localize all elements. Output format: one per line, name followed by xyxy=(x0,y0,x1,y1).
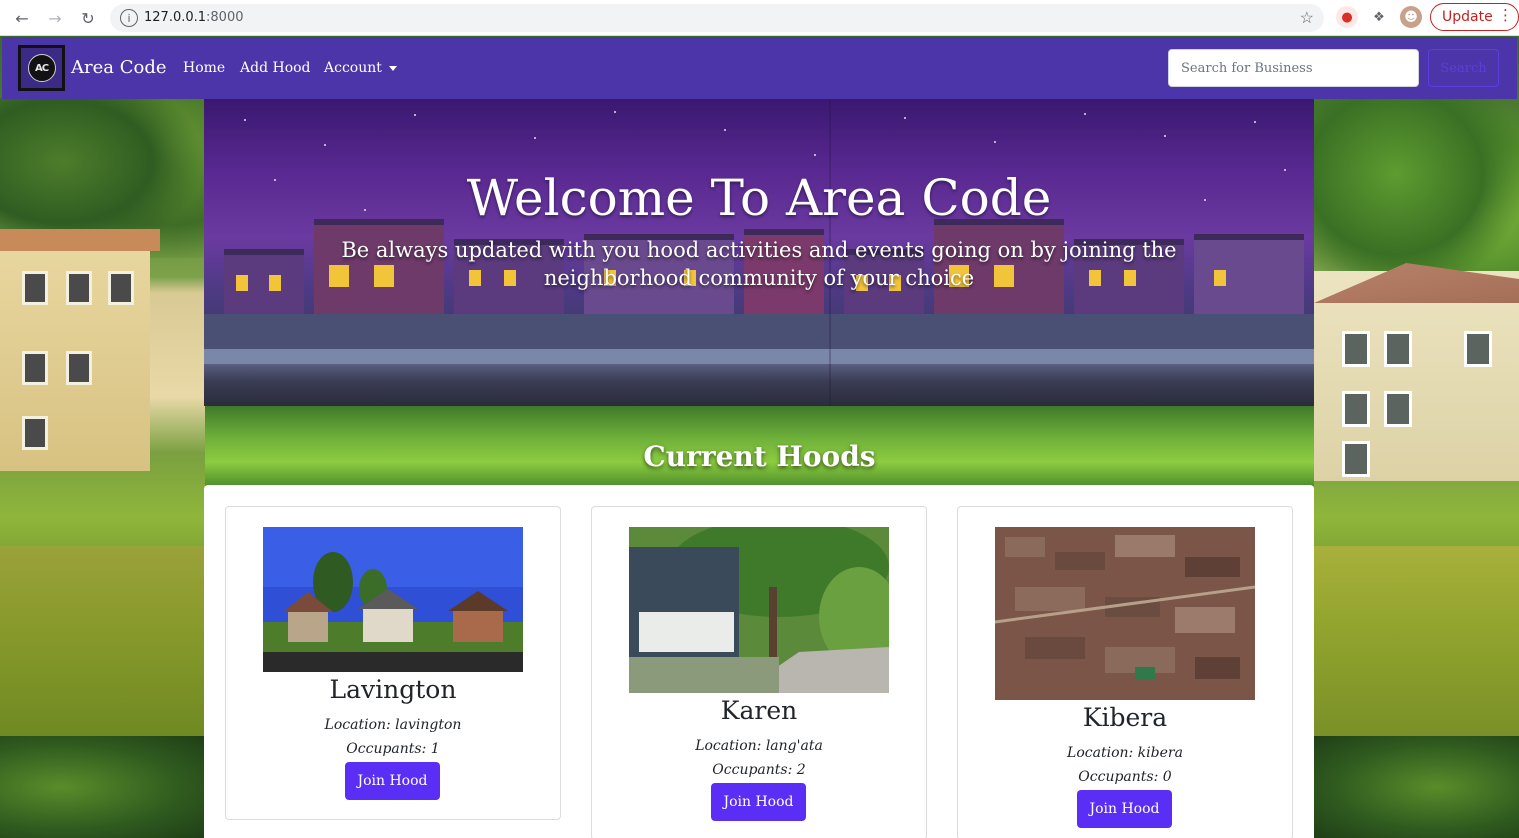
trees-right xyxy=(1314,98,1519,288)
brand-name[interactable]: Area Code xyxy=(71,57,167,78)
hood-name: Kibera xyxy=(1082,703,1168,732)
section-title: Current Hoods xyxy=(643,440,876,473)
hood-name: Karen xyxy=(720,696,798,725)
forest-left xyxy=(0,736,205,838)
update-label: Update xyxy=(1442,9,1493,25)
hood-name: Lavington xyxy=(329,675,457,704)
hero-banner: Welcome To Area Code Be always updated w… xyxy=(204,99,1314,406)
house-left xyxy=(0,229,160,471)
nav-account-label: Account xyxy=(324,60,382,76)
logo-badge: AC xyxy=(27,54,56,82)
hood-card-karen: Karen Location: lang'ata Occupants: 2 Jo… xyxy=(591,506,927,838)
bookmark-star-icon[interactable]: ☆ xyxy=(1300,8,1314,27)
hero-subtitle: Be always updated with you hood activiti… xyxy=(341,238,1177,290)
brand-logo[interactable]: AC xyxy=(18,45,65,91)
nav-home[interactable]: Home xyxy=(183,60,225,76)
site-info-icon[interactable]: i xyxy=(120,9,138,27)
caret-down-icon xyxy=(388,65,397,71)
join-hood-button[interactable]: Join Hood xyxy=(345,762,440,800)
hood-image-karen xyxy=(629,527,889,693)
browser-toolbar: ← → ↻ i 127.0.0.1:8000 ☆ ● ❖ ☻ Update ⋮ xyxy=(0,0,1519,36)
search-button[interactable]: Search xyxy=(1428,49,1499,87)
puzzle-extensions-icon[interactable]: ❖ xyxy=(1368,6,1390,28)
hood-image-lavington xyxy=(263,527,523,672)
hood-image-kibera xyxy=(995,527,1255,700)
water-right xyxy=(1314,546,1519,736)
hood-card-lavington: Lavington Location: lavington Occupants:… xyxy=(225,506,561,820)
forward-arrow-icon[interactable]: → xyxy=(43,6,67,30)
search-input[interactable] xyxy=(1168,49,1419,87)
navbar: AC Area Code Home Add Hood Account Searc… xyxy=(2,37,1517,99)
reload-icon[interactable]: ↻ xyxy=(76,6,100,30)
water-left xyxy=(0,546,205,736)
menu-dots-icon[interactable]: ⋮ xyxy=(1498,6,1513,24)
nav-add-hood[interactable]: Add Hood xyxy=(240,60,311,76)
join-hood-button[interactable]: Join Hood xyxy=(711,783,806,821)
url-text[interactable]: 127.0.0.1:8000 xyxy=(144,10,244,25)
hood-occupants: Occupants: 1 xyxy=(346,741,440,757)
browser-update-button[interactable]: Update ⋮ xyxy=(1430,3,1519,31)
hero-city xyxy=(204,314,1314,354)
hood-occupants: Occupants: 0 xyxy=(1078,769,1172,785)
nav-account-dropdown[interactable]: Account xyxy=(324,60,397,76)
extension-icon[interactable]: ● xyxy=(1336,6,1358,28)
hoods-container: Lavington Location: lavington Occupants:… xyxy=(204,485,1314,838)
hero-title: Welcome To Area Code xyxy=(466,169,1052,227)
hood-location: Location: kibera xyxy=(1067,745,1183,761)
profile-avatar-icon[interactable]: ☻ xyxy=(1400,6,1422,28)
hood-occupants: Occupants: 2 xyxy=(712,762,806,778)
forest-right xyxy=(1314,736,1519,838)
hood-card-kibera: Kibera Location: kibera Occupants: 0 Joi… xyxy=(957,506,1293,838)
address-bar[interactable]: i 127.0.0.1:8000 ☆ xyxy=(110,4,1324,32)
back-arrow-icon[interactable]: ← xyxy=(10,6,34,30)
hood-location: Location: lavington xyxy=(324,717,462,733)
hood-location: Location: lang'ata xyxy=(695,738,823,754)
join-hood-button[interactable]: Join Hood xyxy=(1077,790,1172,828)
